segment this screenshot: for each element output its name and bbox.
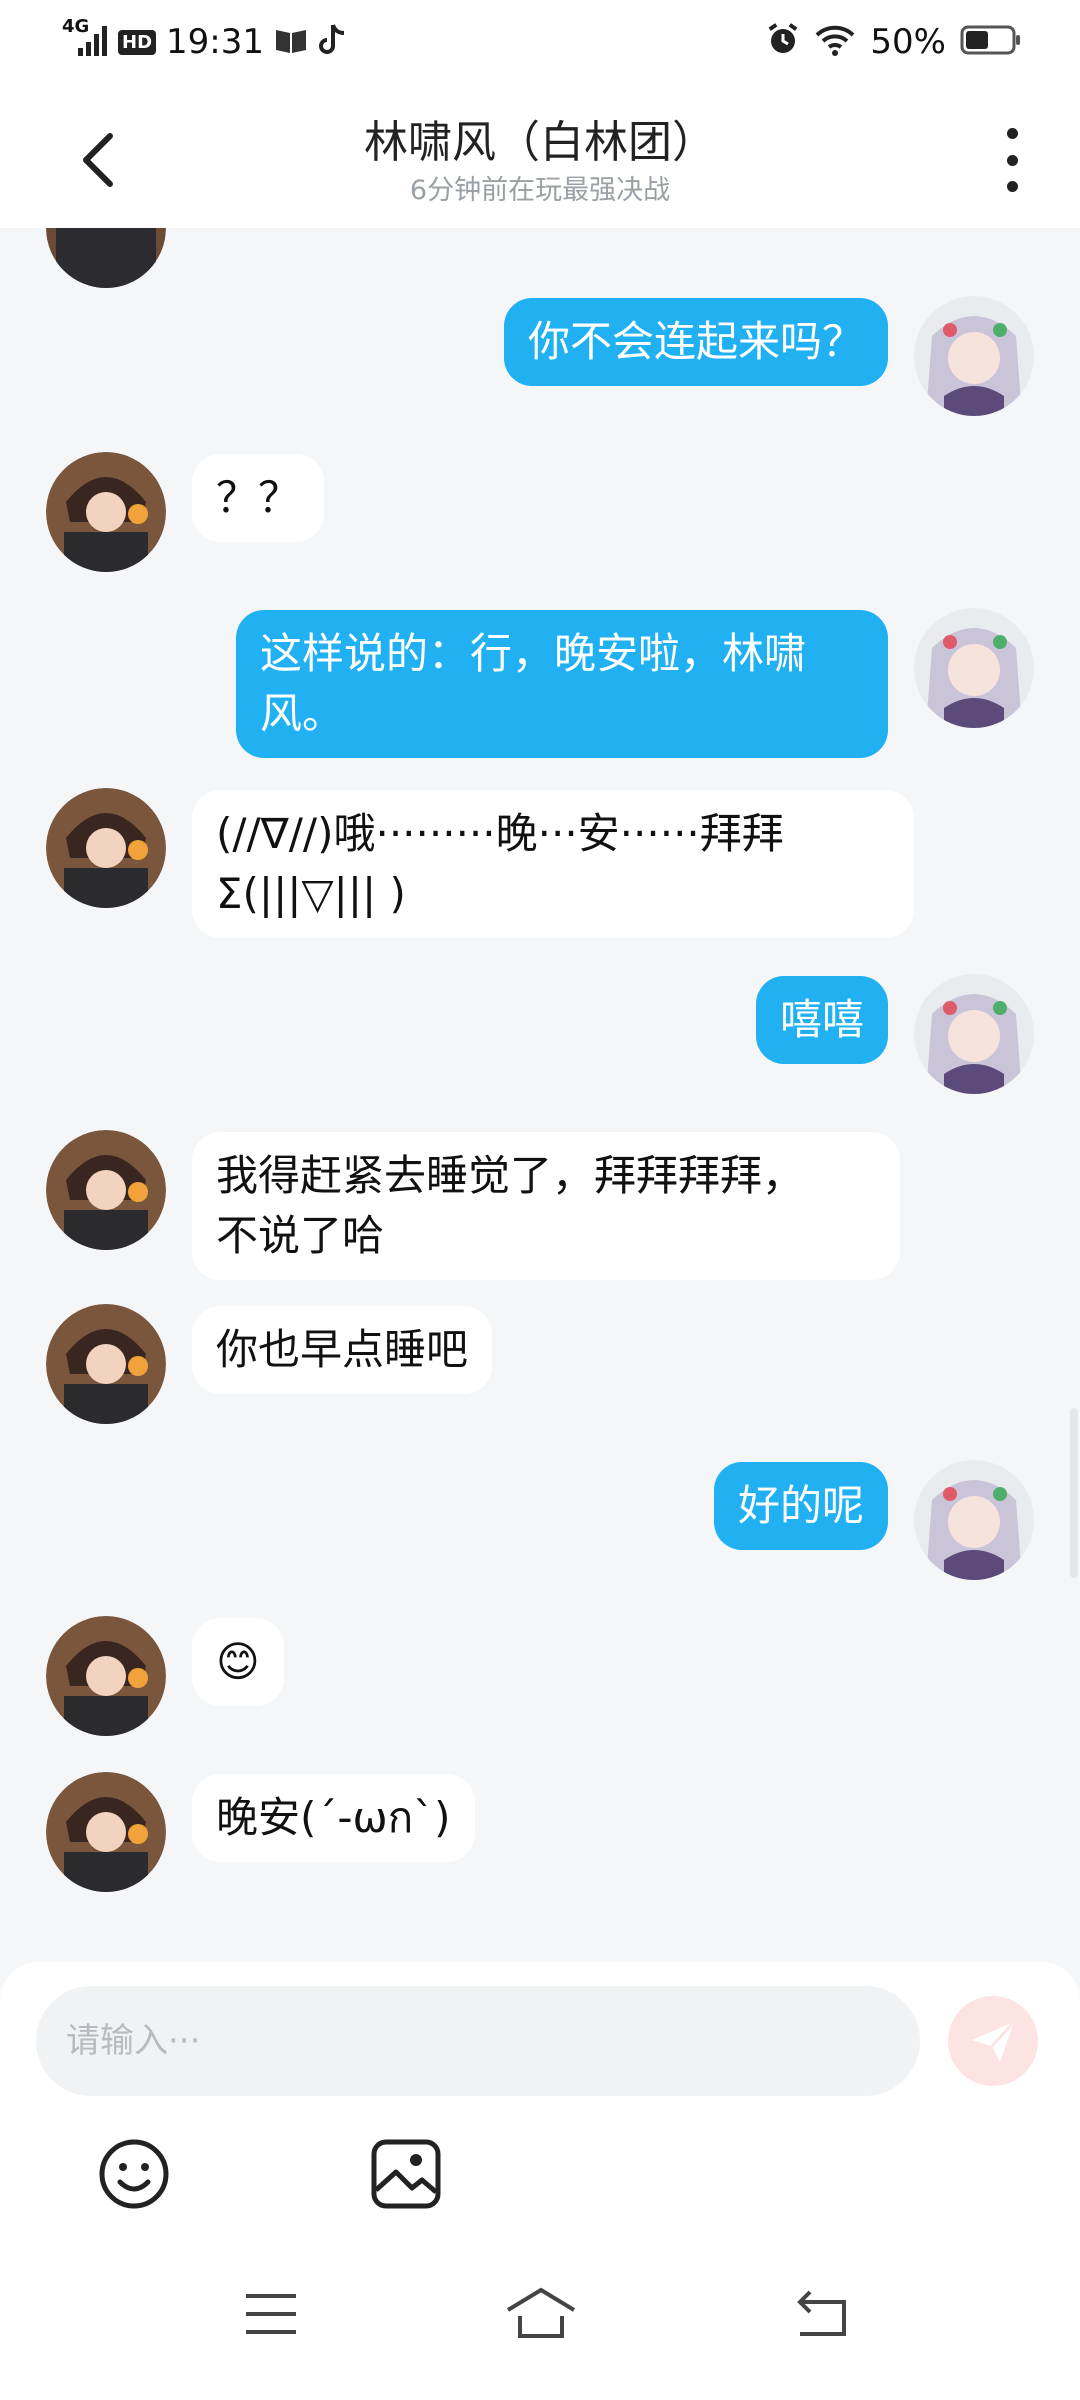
image-button[interactable] — [366, 2134, 446, 2214]
contact-avatar[interactable] — [46, 788, 166, 908]
status-left: 4G HD 19:31 — [62, 16, 348, 68]
my-avatar[interactable] — [914, 608, 1034, 728]
book-icon — [274, 25, 308, 59]
home-icon — [506, 2287, 576, 2338]
message-line: Σ(|||▽||| ) — [216, 869, 406, 918]
message-bubble-in[interactable]: ？？ — [192, 454, 325, 542]
menu-button[interactable] — [226, 2274, 316, 2354]
chat-subtitle: 6分钟前在玩最强决战 — [409, 175, 671, 206]
more-dot-icon — [1006, 128, 1018, 139]
more-dot-icon — [1006, 181, 1018, 192]
wifi-icon — [814, 23, 856, 61]
send-button[interactable] — [948, 1996, 1038, 2086]
hd-badge: HD — [118, 29, 157, 55]
status-right: 50% — [766, 16, 1022, 68]
contact-avatar[interactable] — [46, 1130, 166, 1250]
status-bar: 4G HD 19:31 50% — [0, 0, 1080, 84]
message-bubble-in[interactable]: 😊 — [192, 1618, 284, 1706]
message-line: 我得赶紧去睡觉了，拜拜拜拜， — [216, 1151, 805, 1200]
message-bubble-out[interactable]: 你不会连起来吗？ — [503, 298, 888, 386]
message-bubble-in[interactable]: (//∇//)哦·········晚···安······拜拜 Σ(|||▽|||… — [192, 790, 914, 938]
my-avatar[interactable] — [914, 296, 1034, 416]
message-bubble-out[interactable]: 好的呢 — [713, 1462, 888, 1550]
message-line: 这样说的：行，晚安啦，林啸 — [260, 629, 807, 678]
back-icon — [797, 2290, 846, 2336]
message-bubble-out[interactable]: 嘻嘻 — [755, 976, 888, 1064]
my-avatar[interactable] — [914, 974, 1034, 1094]
message-bubble-in[interactable]: 我得赶紧去睡觉了，拜拜拜拜， 不说了哈 — [192, 1132, 900, 1280]
image-icon — [371, 2139, 441, 2209]
battery-percent: 50% — [870, 22, 946, 62]
contact-avatar[interactable] — [46, 1772, 166, 1892]
message-line: (//∇//)哦·········晚···安······拜拜 — [216, 809, 784, 858]
message-input[interactable] — [36, 1986, 920, 2096]
chat-title: 林啸风（白林团） — [364, 117, 716, 168]
system-nav-bar — [0, 2222, 1080, 2400]
message-bubble-in[interactable]: 你也早点睡吧 — [192, 1306, 493, 1394]
emoji-icon — [99, 2139, 169, 2209]
contact-avatar[interactable] — [46, 1616, 166, 1736]
back-nav-button[interactable] — [780, 2274, 870, 2354]
contact-avatar[interactable] — [46, 1304, 166, 1424]
my-avatar[interactable] — [914, 1460, 1034, 1580]
alarm-icon — [766, 23, 800, 61]
menu-icon — [246, 2294, 296, 2334]
input-bar — [0, 1962, 1080, 2222]
message-bubble-out[interactable]: 这样说的：行，晚安啦，林啸 风。 — [236, 610, 888, 758]
send-icon — [972, 2020, 1016, 2062]
tiktok-icon — [318, 23, 348, 61]
message-line: 不说了哈 — [216, 1211, 385, 1260]
more-options-button[interactable] — [992, 128, 1032, 192]
message-list[interactable]: 你不会连起来吗？ ？？ 这样说的：行，晚安啦，林啸 风。 (//∇//)哦···… — [0, 228, 1080, 1958]
home-button[interactable] — [496, 2274, 586, 2354]
message-bubble-in[interactable]: 晚安(´-ωก`) — [192, 1774, 475, 1862]
scrollbar-thumb[interactable] — [1070, 1408, 1078, 1578]
network-type: 4G — [62, 16, 90, 37]
message-line: 风。 — [260, 689, 345, 738]
chat-header: 林啸风（白林团） 6分钟前在玩最强决战 — [0, 84, 1080, 228]
contact-avatar[interactable] — [46, 228, 166, 288]
contact-avatar[interactable] — [46, 452, 166, 572]
emoji-button[interactable] — [94, 2134, 174, 2214]
more-dot-icon — [1006, 154, 1018, 166]
battery-icon — [960, 23, 1022, 61]
status-time: 19:31 — [166, 22, 264, 62]
